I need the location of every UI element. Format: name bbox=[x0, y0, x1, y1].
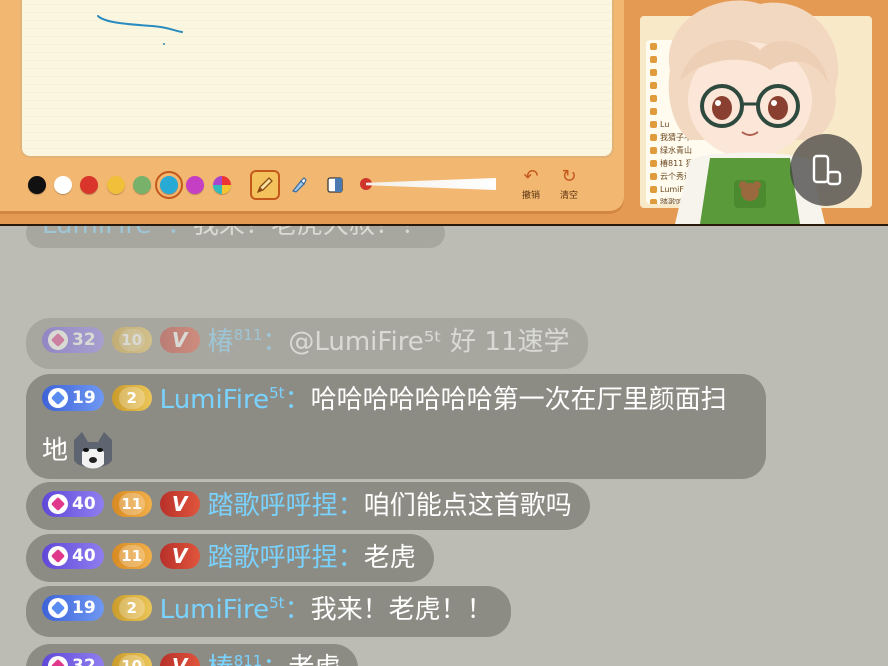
chat-message[interactable]: 19 2 LumiFire5t：哈哈哈哈哈哈哈第一次在厅里颜面扫地 bbox=[26, 374, 766, 479]
fan-club-badge: 11 bbox=[111, 490, 152, 517]
clear-button[interactable]: ↻ 清空 bbox=[554, 166, 584, 201]
rotate-screen-button[interactable] bbox=[790, 134, 862, 206]
vip-badge: V bbox=[159, 490, 200, 517]
user-level-badge: 32 bbox=[42, 326, 104, 353]
username-superscript: 5t bbox=[269, 594, 285, 612]
vip-badge: V bbox=[159, 652, 200, 666]
chat-message[interactable]: 19 2 LumiFire5t：我来！老虎！！ bbox=[26, 586, 511, 637]
chat-message-text: 我来！老虎大叔！！ bbox=[193, 226, 427, 240]
chat-username[interactable]: LumiFire5t： bbox=[160, 594, 311, 625]
level-gem-icon bbox=[48, 387, 68, 408]
username-superscript: 5t bbox=[151, 226, 166, 227]
fan-club-badge: 10 bbox=[111, 652, 152, 666]
user-level-badge: 40 bbox=[42, 490, 104, 517]
pencil-icon bbox=[256, 177, 273, 194]
pencil-tool-button[interactable] bbox=[250, 170, 280, 200]
brush-tool-button[interactable] bbox=[284, 170, 314, 200]
level-gem-icon bbox=[48, 545, 68, 566]
undo-button[interactable]: ↶ 撤销 bbox=[516, 166, 546, 201]
chat-username[interactable]: LumiFire5t： bbox=[160, 384, 311, 415]
fan-club-badge: 2 bbox=[111, 594, 152, 621]
wolf-emoji-icon bbox=[74, 431, 113, 468]
username-colon: ： bbox=[262, 327, 289, 357]
chat-username[interactable]: 椿811： bbox=[208, 652, 289, 666]
color-swatch-multicolor[interactable] bbox=[213, 176, 231, 194]
username-superscript: 5t bbox=[269, 384, 285, 402]
brush-icon bbox=[291, 177, 307, 193]
clear-icon: ↻ bbox=[561, 166, 577, 187]
chat-message-text: 咱们能点这首歌吗 bbox=[363, 491, 572, 521]
clear-label: 清空 bbox=[559, 191, 578, 201]
color-swatch-cyan[interactable] bbox=[155, 171, 183, 199]
rotate-screen-icon bbox=[812, 154, 842, 186]
user-level-value: 40 bbox=[72, 493, 96, 514]
color-swatch-magenta[interactable] bbox=[186, 176, 204, 194]
chat-message[interactable]: LumiFire5t：我来！老虎大叔！！ bbox=[26, 226, 445, 248]
eraser-icon bbox=[327, 177, 343, 193]
username-colon: ： bbox=[284, 385, 311, 415]
fan-level-value: 11 bbox=[118, 544, 145, 567]
fan-club-badge: 11 bbox=[111, 542, 152, 569]
user-level-value: 32 bbox=[72, 655, 96, 666]
color-swatch-yellow[interactable] bbox=[107, 176, 125, 194]
color-swatch-red[interactable] bbox=[80, 176, 98, 194]
user-level-badge: 32 bbox=[42, 652, 104, 666]
user-level-value: 32 bbox=[72, 329, 96, 350]
eraser-tool-button[interactable] bbox=[320, 170, 350, 200]
fan-club-badge: 2 bbox=[111, 384, 152, 411]
user-level-badge: 19 bbox=[42, 594, 104, 621]
drawing-canvas[interactable] bbox=[20, 0, 614, 158]
chat-username[interactable]: 踏歌呼呼捏： bbox=[208, 543, 364, 573]
username-colon: ： bbox=[167, 226, 193, 240]
chat-feed[interactable]: LumiFire5t：我来！老虎大叔！！3210V椿811：@LumiFire⁵… bbox=[0, 226, 888, 666]
user-level-badge: 40 bbox=[42, 542, 104, 569]
username-superscript: 811 bbox=[233, 652, 263, 666]
color-swatch-black[interactable] bbox=[28, 176, 46, 194]
fan-level-value: 2 bbox=[118, 386, 145, 409]
fan-level-value: 2 bbox=[118, 596, 145, 619]
fan-club-badge: 10 bbox=[111, 326, 152, 353]
chat-message[interactable]: 40 11 V 踏歌呼呼捏：老虎 bbox=[26, 534, 434, 582]
color-swatch-green[interactable] bbox=[133, 176, 151, 194]
username-colon: ： bbox=[337, 543, 364, 573]
fan-level-value: 11 bbox=[118, 492, 145, 515]
user-level-value: 19 bbox=[72, 387, 96, 408]
username-superscript: 811 bbox=[233, 326, 263, 344]
chat-username[interactable]: 踏歌呼呼捏： bbox=[208, 491, 364, 521]
brush-size-slider[interactable] bbox=[366, 178, 496, 190]
undo-label: 撤销 bbox=[521, 191, 540, 201]
username-colon: ： bbox=[284, 595, 311, 625]
chat-message-text: @LumiFire⁵ᵗ 好 11速学 bbox=[288, 327, 570, 357]
vip-badge: V bbox=[159, 542, 200, 569]
user-level-value: 19 bbox=[72, 597, 96, 618]
user-level-badge: 19 bbox=[42, 384, 104, 411]
chat-message[interactable]: 32 10 V 椿811：@LumiFire⁵ᵗ 好 11速学 bbox=[26, 318, 588, 369]
level-gem-icon bbox=[48, 655, 68, 666]
chat-message-text: 老虎 bbox=[363, 543, 416, 573]
canvas-stroke bbox=[97, 15, 183, 45]
username-colon: ： bbox=[337, 491, 364, 521]
level-gem-icon bbox=[48, 597, 68, 618]
drawing-toolbar: ↶ 撤销 ↻ 清空 bbox=[20, 164, 610, 206]
undo-icon: ↶ bbox=[523, 166, 539, 187]
chat-username[interactable]: 椿811： bbox=[208, 326, 289, 357]
chat-username[interactable]: LumiFire5t： bbox=[42, 226, 193, 240]
chat-message[interactable]: 32 10 V 椿811：老虎 bbox=[26, 644, 359, 666]
drawing-board-frame: ↶ 撤销 ↻ 清空 bbox=[0, 0, 624, 214]
level-gem-icon bbox=[48, 493, 68, 514]
user-level-value: 40 bbox=[72, 545, 96, 566]
chat-message[interactable]: 40 11 V 踏歌呼呼捏：咱们能点这首歌吗 bbox=[26, 482, 590, 530]
fan-level-value: 10 bbox=[118, 654, 145, 666]
chat-message-text: 我来！老虎！！ bbox=[310, 595, 493, 625]
chat-message-text: 老虎 bbox=[288, 653, 340, 666]
username-colon: ： bbox=[262, 653, 288, 666]
vip-badge: V bbox=[159, 326, 200, 353]
drawing-game-area: ↶ 撤销 ↻ 清空 Lu 我猜子不 绿水青山 椿811 猜中 云个秀边 LumiFire 踏… bbox=[0, 0, 888, 226]
fan-level-value: 10 bbox=[118, 328, 145, 351]
level-gem-icon bbox=[48, 329, 68, 350]
color-swatch-white[interactable] bbox=[54, 176, 72, 194]
